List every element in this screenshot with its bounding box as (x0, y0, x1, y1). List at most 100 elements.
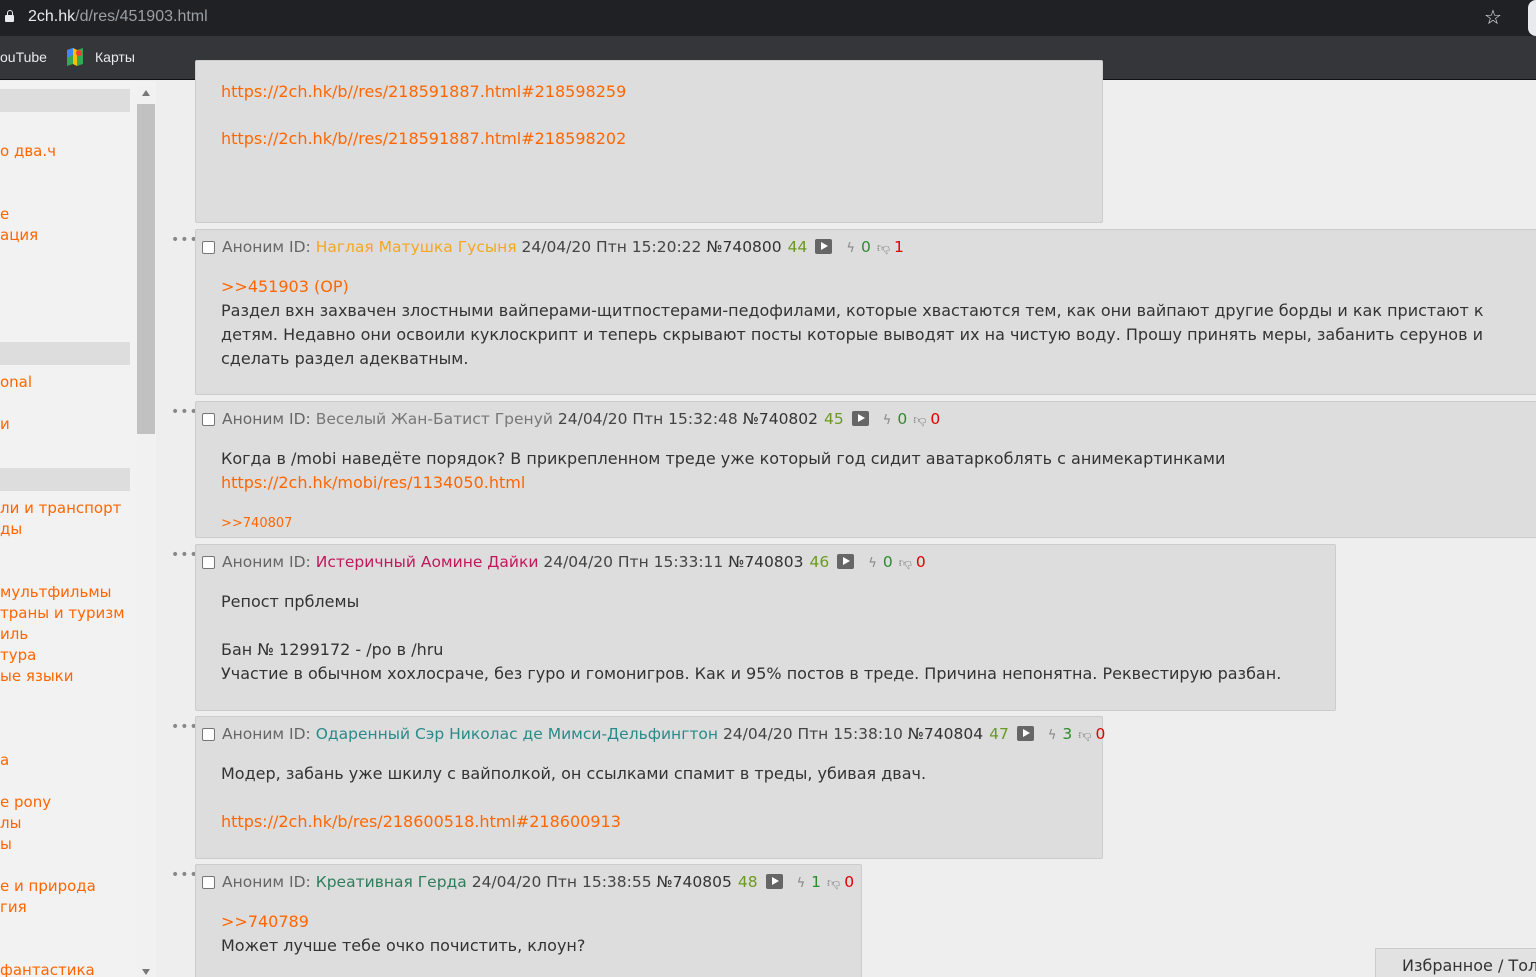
play-icon[interactable] (851, 411, 869, 426)
post: Аноним ID: Истеричный Аомине Дайки 24/04… (195, 544, 1336, 711)
play-icon[interactable] (837, 554, 855, 569)
post-header: Аноним ID: Наглая Матушка Гусыня 24/04/2… (202, 238, 904, 258)
post-link[interactable]: https://2ch.hk/mobi/res/1134050.html (221, 471, 525, 495)
sidebar-link[interactable]: e pony (0, 793, 51, 811)
post-text: Модер, забань уже шкилу с вайполкой, он … (221, 764, 927, 783)
play-icon[interactable] (815, 239, 833, 254)
sidebar-link[interactable]: траны и туризм (0, 604, 125, 622)
post-checkbox[interactable] (202, 728, 215, 741)
sidebar-link[interactable]: тура (0, 646, 36, 664)
bookmark-star-icon[interactable]: ☆ (1484, 5, 1502, 29)
bookmark-youtube[interactable]: ouTube (0, 49, 47, 65)
post: Аноним ID: Одаренный Сэр Николас де Мимс… (195, 716, 1105, 859)
post-count: 45 (824, 410, 844, 428)
sidebar-link[interactable]: о два.ч (0, 142, 56, 160)
post-link[interactable]: https://2ch.hk/b/res/218600518.html#2186… (221, 810, 621, 834)
like-count: 0 (860, 238, 871, 256)
poster-id-name: Одаренный Сэр Николас де Мимси-Дельфингт… (315, 725, 718, 743)
like-icon[interactable]: ϟ (883, 413, 892, 428)
sidebar-section-header (0, 342, 130, 365)
post-date: 24/04/20 Птн 15:33:11 (543, 553, 724, 571)
url-text[interactable]: 2ch.hk/d/res/451903.html (28, 8, 208, 26)
post-checkbox[interactable] (202, 413, 215, 426)
dislike-count: 0 (844, 873, 855, 891)
sidebar-link[interactable]: фантастика (0, 961, 95, 977)
post-text: Когда в /mobi наведёте порядок? В прикре… (221, 449, 1226, 468)
post-count: 47 (989, 725, 1009, 743)
like-icon[interactable]: ϟ (797, 876, 806, 891)
sidebar-link[interactable]: е и природа (0, 877, 96, 895)
post-author-label: Аноним ID: (222, 238, 311, 256)
post-author-label: Аноним ID: (222, 725, 311, 743)
sidebar-link[interactable]: и (0, 415, 10, 433)
post-checkbox[interactable] (202, 556, 215, 569)
address-bar[interactable]: 2ch.hk/d/res/451903.html ☆ (0, 0, 1536, 36)
like-count: 0 (882, 553, 893, 571)
scroll-up-arrow-icon[interactable] (142, 90, 150, 96)
post-text-line: Репост прблемы (221, 592, 360, 611)
sidebar-link[interactable]: е (0, 205, 9, 223)
poster-id-name: Веселый Жан-Батист Гренуй (315, 410, 553, 428)
favorites-tab[interactable]: Избранное / Тол (1375, 948, 1536, 977)
sidebar-link[interactable]: ды (0, 520, 22, 538)
post: Аноним ID: Наглая Матушка Гусыня 24/04/2… (195, 229, 1536, 395)
scroll-down-arrow-icon[interactable] (142, 969, 150, 975)
post-count: 44 (787, 238, 808, 256)
post-text: Может лучше тебе очко почистить, клоун? (221, 936, 586, 955)
like-count: 0 (897, 410, 908, 428)
post-date: 24/04/20 Птн 15:20:22 (521, 238, 702, 256)
dislike-icon[interactable]: 👎︎ (1078, 728, 1091, 743)
dislike-icon[interactable]: 👎︎ (913, 413, 926, 428)
post-checkbox[interactable] (202, 241, 215, 254)
sidebar-link[interactable]: мультфильмы (0, 583, 112, 601)
like-icon[interactable]: ϟ (1048, 728, 1057, 743)
play-icon[interactable] (1016, 726, 1034, 741)
post: https://2ch.hk/b//res/218591887.html#218… (195, 60, 1103, 223)
dislike-icon[interactable]: 👎︎ (827, 876, 840, 891)
post-link[interactable]: https://2ch.hk/b//res/218591887.html#218… (221, 80, 626, 104)
post-checkbox[interactable] (202, 876, 215, 889)
bookmark-maps[interactable]: Карты (95, 49, 135, 65)
post-number[interactable]: №740802 (743, 410, 818, 428)
post-number[interactable]: №740803 (728, 553, 803, 571)
dislike-icon[interactable]: 👎︎ (877, 241, 890, 256)
post-number[interactable]: №740800 (706, 238, 781, 256)
post-author-label: Аноним ID: (222, 873, 311, 891)
poster-id-name: Наглая Матушка Гусыня (315, 238, 517, 256)
dislike-count: 0 (915, 553, 926, 571)
post-date: 24/04/20 Птн 15:32:48 (557, 410, 738, 428)
dislike-icon[interactable]: 👎︎ (899, 556, 912, 571)
sidebar-scrollbar-thumb[interactable] (137, 104, 155, 434)
sidebar-link[interactable]: ли и транспорт (0, 499, 121, 517)
dislike-count: 1 (894, 238, 904, 256)
post-author-label: Аноним ID: (222, 553, 311, 571)
like-icon[interactable]: ϟ (868, 556, 877, 571)
sidebar-link[interactable]: лы (0, 814, 21, 832)
sidebar-link[interactable]: ация (0, 226, 38, 244)
post-number[interactable]: №740804 (908, 725, 983, 743)
poster-id-name: Истеричный Аомине Дайки (315, 553, 539, 571)
profile-edge (1528, 0, 1536, 36)
sidebar-link[interactable]: onal (0, 373, 32, 391)
post: Аноним ID: Креативная Герда 24/04/20 Птн… (195, 864, 862, 977)
post-text-line: Бан № 1299172 - /po в /hru (221, 640, 444, 659)
post-number[interactable]: №740805 (657, 873, 732, 891)
post-quote-link[interactable]: >>740789 (221, 910, 309, 934)
sidebar-link[interactable]: гия (0, 898, 27, 916)
reply-link[interactable]: >>740807 (221, 516, 292, 531)
play-icon[interactable] (765, 874, 783, 889)
sidebar-link[interactable]: a (0, 751, 9, 769)
sidebar-link[interactable]: иль (0, 625, 28, 643)
sidebar-link[interactable]: ы (0, 835, 12, 853)
post: Аноним ID: Веселый Жан-Батист Гренуй 24/… (195, 401, 1536, 538)
post-date: 24/04/20 Птн 15:38:55 (471, 873, 652, 891)
sidebar-section-header (0, 89, 130, 112)
post-date: 24/04/20 Птн 15:38:10 (722, 725, 903, 743)
sidebar-link[interactable]: ые языки (0, 667, 74, 685)
post-header: Аноним ID: Истеричный Аомине Дайки 24/04… (202, 553, 926, 573)
post-quote-link[interactable]: >>451903 (OP) (221, 275, 349, 299)
post-link[interactable]: https://2ch.hk/b//res/218591887.html#218… (221, 127, 626, 151)
like-count: 1 (811, 873, 822, 891)
like-icon[interactable]: ϟ (846, 241, 855, 256)
poster-id-name: Креативная Герда (315, 873, 467, 891)
